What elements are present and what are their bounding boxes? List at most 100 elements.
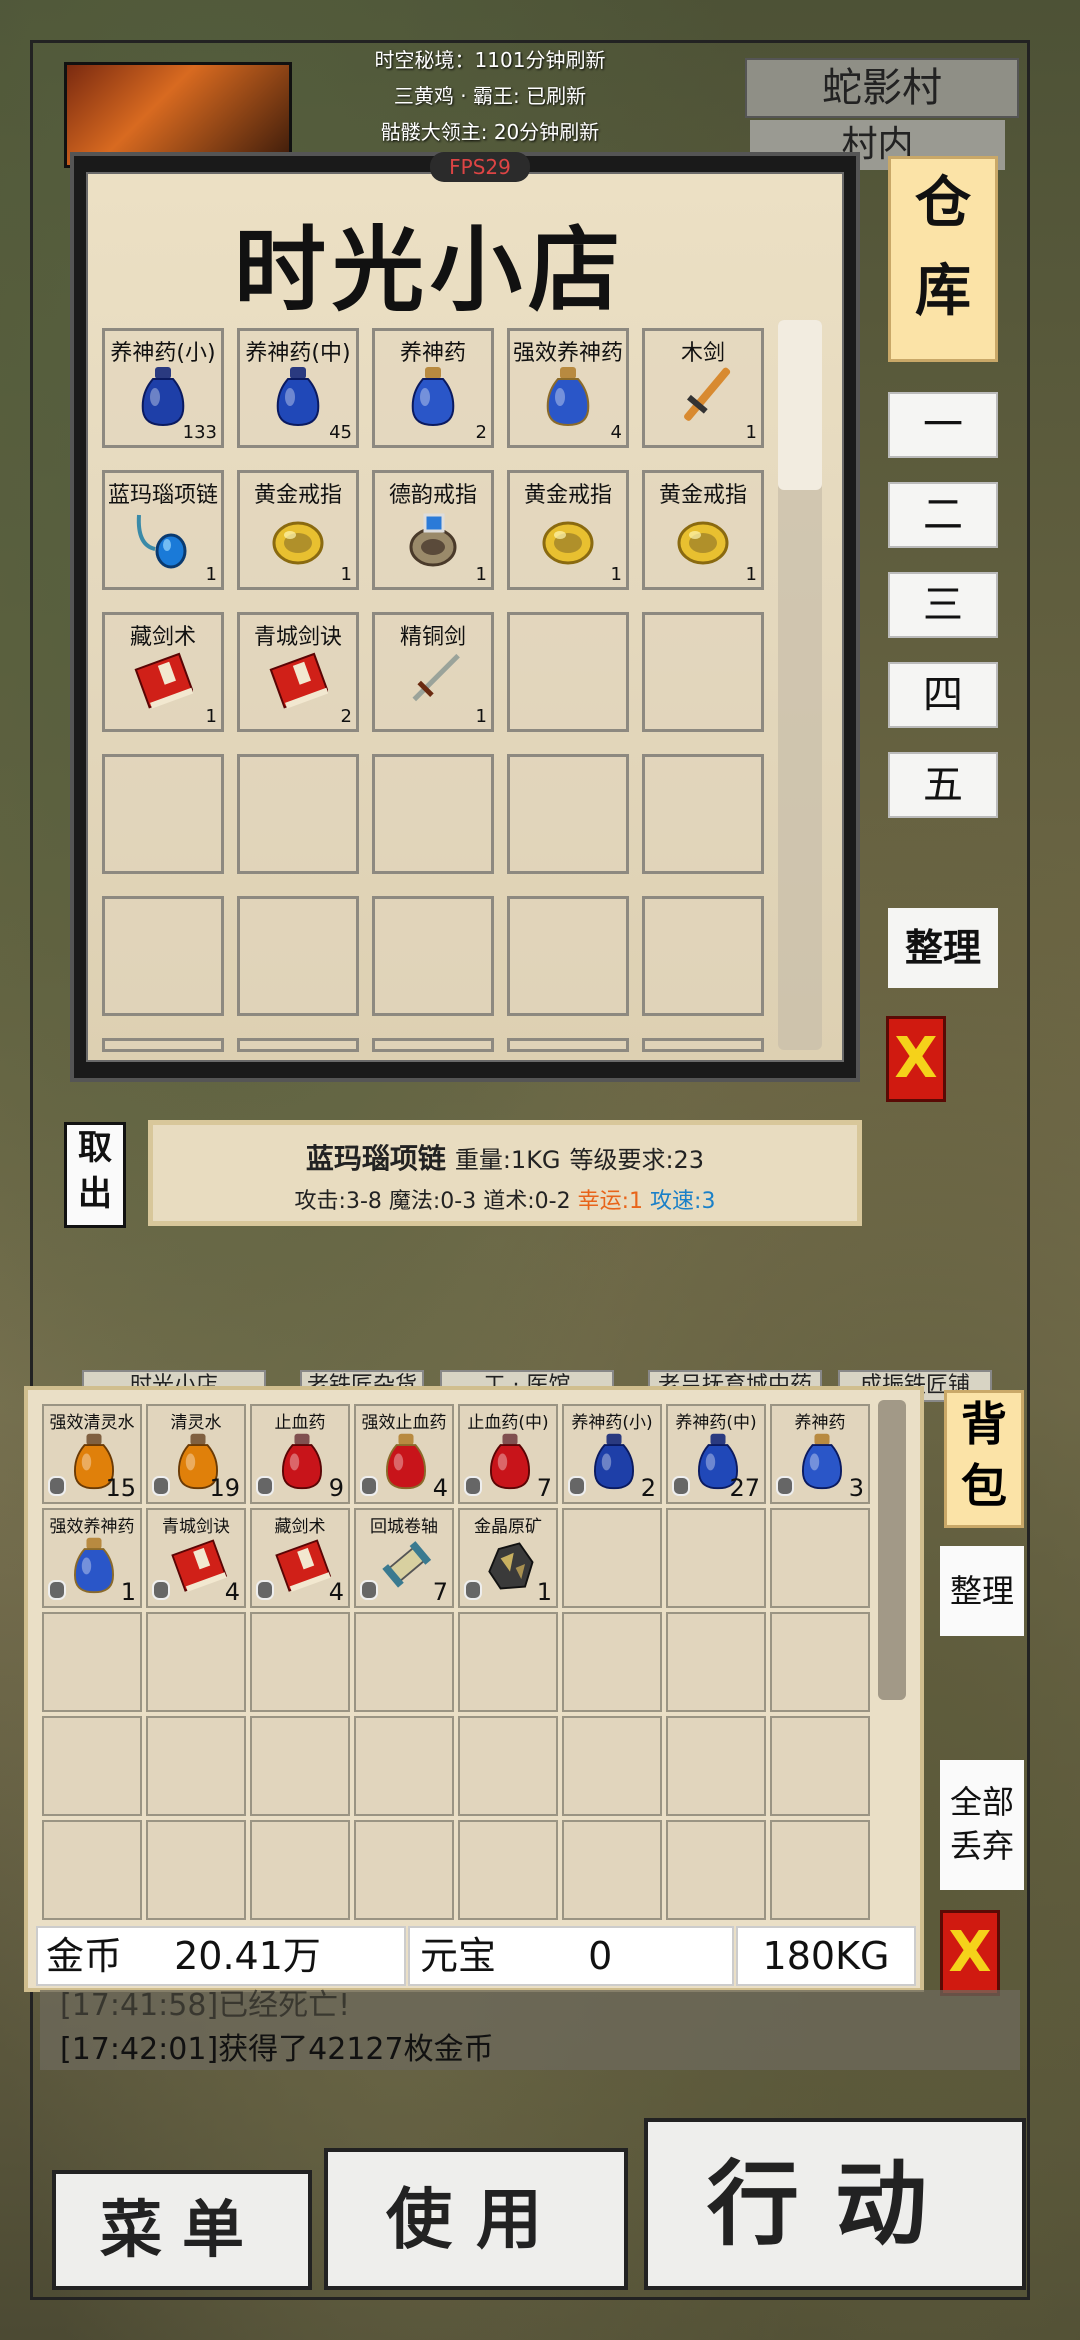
bag-slot[interactable] xyxy=(666,1716,766,1816)
shop-slot[interactable] xyxy=(507,1038,629,1052)
bag-slot[interactable] xyxy=(354,1820,454,1920)
bag-slot[interactable] xyxy=(146,1820,246,1920)
shop-slot[interactable] xyxy=(372,896,494,1016)
shop-slot[interactable]: 精铜剑 1 xyxy=(372,612,494,732)
bag-slot[interactable] xyxy=(666,1508,766,1608)
shop-slot[interactable]: 蓝玛瑙项链 1 xyxy=(102,470,224,590)
bag-slot[interactable] xyxy=(354,1612,454,1712)
shop-slot[interactable] xyxy=(372,1038,494,1052)
bag-slot[interactable]: 回城卷轴 7 xyxy=(354,1508,454,1608)
shop-slot[interactable]: 养神药(小) 133 xyxy=(102,328,224,448)
red-book-icon xyxy=(133,647,195,713)
shop-slot[interactable]: 木剑 1 xyxy=(642,328,764,448)
bag-sort-button[interactable]: 整理 xyxy=(940,1546,1024,1636)
shop-slot[interactable] xyxy=(237,1038,359,1052)
action-button[interactable]: 行动 xyxy=(644,2118,1026,2290)
bag-slot[interactable]: 强效清灵水 15 xyxy=(42,1404,142,1504)
shop-slot[interactable]: 黄金戒指 1 xyxy=(237,470,359,590)
bag-slot[interactable]: 青城剑诀 4 xyxy=(146,1508,246,1608)
shop-slot[interactable]: 黄金戒指 1 xyxy=(507,470,629,590)
bag-slot[interactable]: 强效止血药 4 xyxy=(354,1404,454,1504)
bag-slot[interactable] xyxy=(146,1612,246,1712)
item-detail-name: 蓝玛瑙项链 xyxy=(305,1142,446,1175)
warehouse-page-4-button[interactable]: 四 xyxy=(888,662,998,728)
shop-slot[interactable]: 青城剑诀 2 xyxy=(237,612,359,732)
warehouse-page-2-button[interactable]: 二 xyxy=(888,482,998,548)
bag-slot[interactable] xyxy=(42,1612,142,1712)
gold-label: 金币 xyxy=(46,1934,123,1978)
bag-weight: 180KG xyxy=(736,1926,916,1986)
bag-slot[interactable] xyxy=(770,1716,870,1816)
shop-slot[interactable] xyxy=(102,1038,224,1052)
shop-slot[interactable] xyxy=(507,896,629,1016)
bag-item-count: 2 xyxy=(640,1474,656,1502)
shop-title: 时光小店 xyxy=(233,216,626,324)
bag-button[interactable]: 背包 xyxy=(944,1390,1024,1528)
bag-slot[interactable]: 强效养神药 1 xyxy=(42,1508,142,1608)
bag-slot[interactable]: 养神药 3 xyxy=(770,1404,870,1504)
take-out-button[interactable]: 取出 xyxy=(64,1122,126,1228)
bag-slot[interactable] xyxy=(562,1508,662,1608)
shop-slot[interactable] xyxy=(102,754,224,874)
bag-slot[interactable]: 金晶原矿 1 xyxy=(458,1508,558,1608)
bag-slot[interactable] xyxy=(666,1612,766,1712)
shop-slot[interactable] xyxy=(642,754,764,874)
shop-slot[interactable] xyxy=(642,1038,764,1052)
bag-slot[interactable]: 养神药(中) 27 xyxy=(666,1404,766,1504)
shop-slot[interactable] xyxy=(507,612,629,732)
warehouse-page-3-button[interactable]: 三 xyxy=(888,572,998,638)
bag-slot[interactable]: 清灵水 19 xyxy=(146,1404,246,1504)
shop-slot[interactable] xyxy=(102,896,224,1016)
use-button[interactable]: 使用 xyxy=(324,2148,628,2290)
drop-all-button[interactable]: 全部丢弃 xyxy=(940,1760,1024,1890)
menu-button[interactable]: 菜单 xyxy=(52,2170,312,2290)
bag-slot[interactable] xyxy=(250,1820,350,1920)
bag-slot[interactable] xyxy=(770,1612,870,1712)
bag-slot[interactable] xyxy=(42,1716,142,1816)
bag-close-button[interactable]: X xyxy=(940,1910,1000,1996)
bag-slot[interactable] xyxy=(458,1716,558,1816)
shop-slot[interactable] xyxy=(372,754,494,874)
yuanbao-label: 元宝 xyxy=(420,1934,497,1978)
bag-slot[interactable] xyxy=(250,1612,350,1712)
bag-slot[interactable] xyxy=(770,1508,870,1608)
shop-slot[interactable] xyxy=(642,612,764,732)
chat-line: [17:42:01]获得了42127枚金币 xyxy=(60,2032,494,2067)
bag-slot[interactable] xyxy=(666,1820,766,1920)
shop-slot[interactable]: 强效养神药 4 xyxy=(507,328,629,448)
item-detail-magic: 魔法:0-3 xyxy=(388,1189,477,1214)
shop-slot[interactable]: 养神药(中) 45 xyxy=(237,328,359,448)
bag-slot[interactable] xyxy=(354,1716,454,1816)
bag-slot[interactable] xyxy=(562,1612,662,1712)
shop-slot[interactable]: 养神药 2 xyxy=(372,328,494,448)
warehouse-page-1-button[interactable]: 一 xyxy=(888,392,998,458)
shop-slot[interactable]: 德韵戒指 1 xyxy=(372,470,494,590)
bag-slot[interactable] xyxy=(250,1716,350,1816)
bag-slot[interactable] xyxy=(458,1820,558,1920)
bag-slot[interactable] xyxy=(770,1820,870,1920)
bag-slot[interactable]: 藏剑术 4 xyxy=(250,1508,350,1608)
bag-slot[interactable]: 止血药 9 xyxy=(250,1404,350,1504)
bag-slot[interactable] xyxy=(562,1820,662,1920)
bag-slot[interactable] xyxy=(562,1716,662,1816)
bag-scrollbar-thumb[interactable] xyxy=(878,1400,906,1700)
bag-slot[interactable] xyxy=(458,1612,558,1712)
shop-slot[interactable]: 藏剑术 1 xyxy=(102,612,224,732)
bag-slot[interactable]: 止血药(中) 7 xyxy=(458,1404,558,1504)
shop-scrollbar-thumb[interactable] xyxy=(778,320,822,490)
shop-slot[interactable]: 黄金戒指 1 xyxy=(642,470,764,590)
bag-slot[interactable]: 养神药(小) 2 xyxy=(562,1404,662,1504)
gold-box: 金币 20.41万 xyxy=(36,1926,406,1986)
warehouse-page-5-button[interactable]: 五 xyxy=(888,752,998,818)
warehouse-close-button[interactable]: X xyxy=(886,1016,946,1102)
shop-slot[interactable] xyxy=(237,754,359,874)
shop-slot[interactable] xyxy=(507,754,629,874)
shop-slot[interactable] xyxy=(642,896,764,1016)
warehouse-sort-button[interactable]: 整理 xyxy=(888,908,998,988)
item-detail-luck: 幸运:1 xyxy=(577,1189,644,1214)
warehouse-button[interactable]: 仓库 xyxy=(888,156,998,362)
bag-slot[interactable] xyxy=(146,1716,246,1816)
shop-slot[interactable] xyxy=(237,896,359,1016)
bag-slot[interactable] xyxy=(42,1820,142,1920)
bind-lock-icon xyxy=(464,1476,482,1496)
